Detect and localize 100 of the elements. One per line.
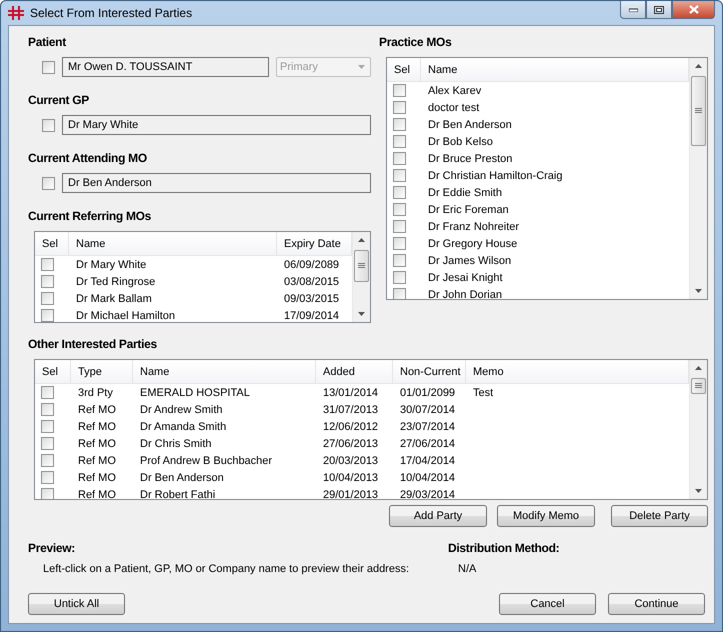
- column-header[interactable]: Name: [69, 232, 277, 255]
- column-header[interactable]: Sel: [387, 58, 421, 81]
- section-label: Practice MOs: [379, 35, 452, 50]
- dialog-button[interactable]: Continue: [608, 593, 705, 615]
- name-field[interactable]: Dr Ben Anderson: [62, 173, 371, 193]
- name-field[interactable]: Mr Owen D. TOUSSAINT: [62, 57, 269, 77]
- checkbox[interactable]: [42, 60, 55, 74]
- action-button[interactable]: Delete Party: [611, 505, 708, 527]
- window-title: Select From Interested Parties: [30, 6, 194, 20]
- scroll-up-icon[interactable]: [695, 64, 702, 68]
- checkbox[interactable]: [393, 169, 406, 182]
- table-cell-text: 20/03/2013: [322, 454, 380, 466]
- section-label: Other Interested Parties: [28, 337, 157, 351]
- minimize-button[interactable]: [620, 1, 646, 19]
- table-cell-text: Dr Christian Hamilton-Craig: [427, 170, 564, 182]
- checkbox[interactable]: [393, 84, 406, 97]
- checkbox[interactable]: [393, 237, 406, 250]
- checkbox[interactable]: [41, 437, 54, 450]
- table-cell-text: Ref MO: [77, 404, 117, 416]
- table-cell-text: Ref MO: [77, 420, 117, 432]
- scroll-up-icon[interactable]: [358, 238, 365, 242]
- table-cell-text: EMERALD HOSPITAL: [139, 386, 251, 398]
- checkbox[interactable]: [393, 271, 406, 284]
- scroll-down-icon[interactable]: [358, 312, 365, 316]
- table-cell-text: Dr Michael Hamilton: [75, 310, 176, 322]
- table-cell-text: Dr Eddie Smith: [427, 186, 503, 198]
- distribution-value: N/A: [458, 563, 478, 575]
- checkbox[interactable]: [41, 258, 54, 271]
- scroll-down-icon[interactable]: [695, 289, 702, 293]
- checkbox[interactable]: [41, 309, 54, 322]
- grip-icon: [695, 108, 702, 114]
- table-cell-text: Dr Jesai Knight: [427, 272, 504, 284]
- checkbox[interactable]: [393, 101, 406, 114]
- checkbox[interactable]: [393, 288, 406, 299]
- checkbox[interactable]: [41, 471, 54, 484]
- checkbox[interactable]: [41, 420, 54, 433]
- table-cell-text: 23/07/2014: [399, 420, 456, 432]
- section-label: Current Referring MOs: [28, 209, 152, 224]
- table-cell-text: Test: [472, 386, 494, 398]
- checkbox[interactable]: [393, 135, 406, 148]
- checkbox[interactable]: [393, 118, 406, 131]
- table-cell-text: Dr Amanda Smith: [139, 420, 228, 432]
- scrollbar[interactable]: [352, 232, 370, 322]
- table-cell-text: doctor test: [427, 102, 480, 114]
- table-cell-text: Dr Bob Kelso: [427, 136, 494, 148]
- checkbox[interactable]: [393, 254, 406, 267]
- table-cell-text: 10/04/2014: [399, 472, 456, 484]
- table-cell-text: 10/04/2013: [322, 472, 380, 484]
- table-cell-text: 12/06/2012: [322, 420, 380, 432]
- table-cell-text: 27/06/2013: [322, 438, 380, 450]
- name-field[interactable]: Dr Mary White: [62, 115, 371, 135]
- table-cell-text: 09/03/2015: [283, 292, 340, 304]
- table-cell-text: Dr Gregory House: [427, 238, 518, 250]
- table-cell-text: Dr James Wilson: [427, 254, 512, 266]
- table-cell-text: 31/07/2013: [322, 404, 380, 416]
- checkbox[interactable]: [393, 186, 406, 199]
- checkbox[interactable]: [41, 403, 54, 416]
- checkbox[interactable]: [41, 488, 54, 499]
- column-header[interactable]: Added: [316, 360, 393, 383]
- checkbox[interactable]: [393, 152, 406, 165]
- column-header[interactable]: Name: [133, 360, 316, 383]
- table-cell-text: Dr Bruce Preston: [427, 152, 514, 164]
- checkbox[interactable]: [393, 220, 406, 233]
- column-header[interactable]: Sel: [35, 360, 71, 383]
- checkbox[interactable]: [41, 275, 54, 288]
- untick-button[interactable]: Untick All: [28, 593, 125, 615]
- table-cell-text: Dr Ted Ringrose: [75, 276, 156, 288]
- scrollbar[interactable]: [689, 360, 707, 499]
- checkbox[interactable]: [42, 176, 55, 190]
- table-cell-text: 3rd Pty: [77, 386, 114, 398]
- dropdown-arrow-icon: [358, 65, 365, 69]
- column-header[interactable]: Non-Current: [393, 360, 466, 383]
- dialog-button[interactable]: Cancel: [499, 593, 596, 615]
- section-label: Current Attending MO: [28, 151, 148, 166]
- grip-icon: [695, 383, 702, 389]
- grip-icon: [358, 263, 365, 269]
- table-cell-text: Ref MO: [77, 472, 117, 484]
- maximize-button[interactable]: [646, 1, 672, 19]
- table-cell-text: 13/01/2014: [322, 386, 380, 398]
- table-cell-text: Dr Franz Nohreiter: [427, 220, 520, 232]
- close-button[interactable]: [672, 1, 715, 19]
- checkbox[interactable]: [393, 203, 406, 216]
- table-cell-text: Dr Robert Fathi: [139, 488, 216, 499]
- maximize-icon: [654, 6, 664, 14]
- column-header[interactable]: Sel: [35, 232, 69, 255]
- section-label: Patient: [28, 35, 68, 50]
- checkbox[interactable]: [41, 454, 54, 467]
- table-cell-text: Alex Karev: [427, 84, 482, 96]
- action-button[interactable]: Add Party: [389, 505, 487, 527]
- action-button[interactable]: Modify Memo: [497, 505, 595, 527]
- scroll-up-icon[interactable]: [695, 366, 702, 370]
- checkbox[interactable]: [41, 386, 54, 399]
- column-header[interactable]: Type: [71, 360, 133, 383]
- close-icon: [688, 5, 698, 14]
- checkbox[interactable]: [42, 118, 55, 132]
- table-cell-text: Dr Ben Anderson: [427, 118, 513, 130]
- scroll-down-icon[interactable]: [695, 489, 702, 493]
- app-logo-icon: [8, 5, 24, 21]
- checkbox[interactable]: [41, 292, 54, 305]
- scrollbar[interactable]: [689, 58, 707, 299]
